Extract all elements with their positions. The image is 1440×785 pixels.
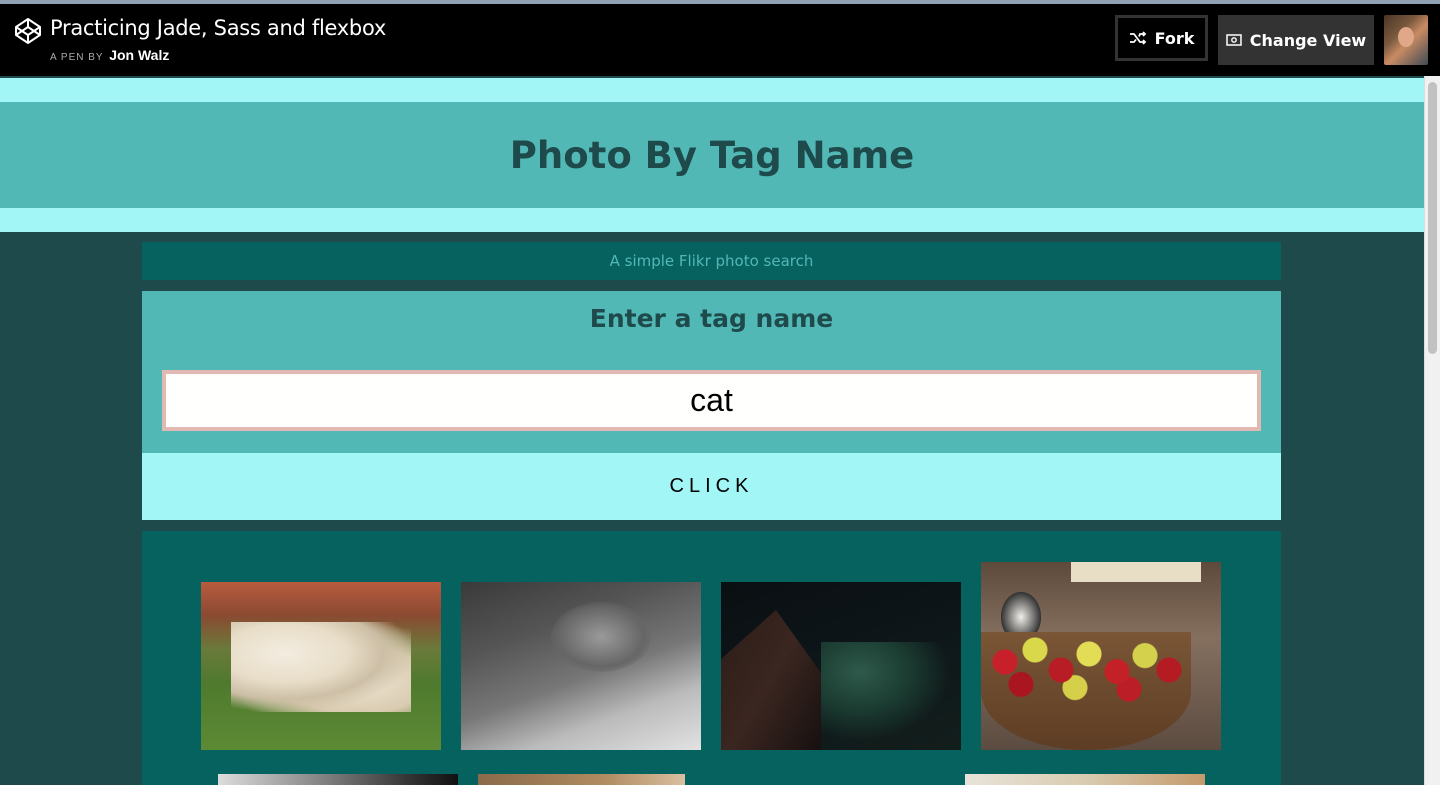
tag-search-input[interactable] <box>162 370 1261 431</box>
apples-shape <box>985 622 1185 702</box>
photo-row2-1[interactable] <box>218 774 458 785</box>
fork-icon <box>1129 31 1146 45</box>
header-band-top <box>0 78 1424 102</box>
photo-sleeping-cat[interactable] <box>461 582 701 750</box>
photo-night-palm[interactable] <box>721 582 961 750</box>
change-view-button[interactable]: Change View <box>1218 15 1374 65</box>
scrollbar-thumb[interactable] <box>1428 82 1437 354</box>
header-band-bottom <box>0 208 1424 232</box>
roof-shape <box>721 610 821 750</box>
palm-shape <box>821 642 951 742</box>
pen-preview: Photo By Tag Name A simple Flikr photo s… <box>0 76 1424 785</box>
page-header: Photo By Tag Name <box>0 102 1424 208</box>
eye-window-icon <box>1226 34 1242 46</box>
pen-title: Practicing Jade, Sass and flexbox <box>50 16 386 40</box>
user-avatar[interactable] <box>1384 15 1428 65</box>
fork-button[interactable]: Fork <box>1115 15 1208 61</box>
photo-results <box>142 531 1281 785</box>
fork-label: Fork <box>1154 28 1195 48</box>
change-view-label: Change View <box>1249 30 1367 50</box>
codepen-topbar: Practicing Jade, Sass and flexbox A PEN … <box>0 0 1440 76</box>
page-subtitle: A simple Flikr photo search <box>142 242 1281 280</box>
photo-row2-2[interactable] <box>478 774 685 785</box>
tiger-shape <box>231 622 411 712</box>
photo-tiger[interactable] <box>201 582 441 750</box>
photo-apples[interactable] <box>981 562 1221 750</box>
vertical-scrollbar[interactable] <box>1424 76 1440 785</box>
codepen-logo-icon[interactable] <box>14 17 42 45</box>
page-title: Photo By Tag Name <box>509 133 915 177</box>
pen-by-prefix: A PEN BY <box>50 52 104 63</box>
avatar-face <box>1398 27 1414 47</box>
pen-author-link[interactable]: Jon Walz <box>109 47 169 63</box>
cat-shape <box>551 602 651 672</box>
stool-shape <box>1071 562 1201 582</box>
pen-byline: A PEN BY Jon Walz <box>50 47 169 63</box>
search-button[interactable]: CLICK <box>142 453 1281 520</box>
tag-input-label: Enter a tag name <box>589 304 834 333</box>
search-form: Enter a tag name <box>142 291 1281 453</box>
photo-row2-3[interactable] <box>965 774 1205 785</box>
